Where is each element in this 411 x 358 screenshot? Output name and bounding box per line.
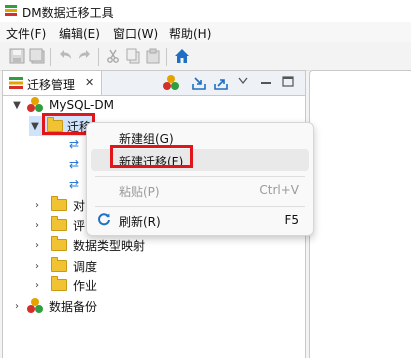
migration-arrows-icon: ⇄	[69, 157, 80, 171]
undo-icon[interactable]	[56, 47, 74, 65]
folder-icon	[51, 276, 67, 291]
chevron-right-icon[interactable]: ›	[31, 280, 43, 291]
tree-node-assessment[interactable]: › 评	[31, 215, 85, 235]
tree-node-schedule[interactable]: › 调度	[31, 256, 97, 276]
view-tab-bar: 迁移管理 ✕	[3, 71, 305, 96]
menu-item-label: 刷新(R)	[119, 215, 161, 229]
save-all-icon[interactable]	[28, 47, 46, 65]
chevron-down-icon[interactable]: ▼	[29, 121, 41, 132]
tree-node-label: 对	[73, 198, 86, 213]
save-icon[interactable]	[8, 47, 26, 65]
chevron-right-icon[interactable]: ›	[31, 220, 43, 231]
redo-icon[interactable]	[76, 47, 94, 65]
folder-icon	[51, 196, 67, 211]
tree-node-datatype-mapping[interactable]: › 数据类型映射	[31, 235, 145, 255]
refresh-icon	[98, 213, 110, 226]
export-icon[interactable]	[213, 75, 229, 91]
folder-icon	[51, 236, 67, 251]
tree-node-label: 数据备份	[49, 299, 98, 314]
editor-area	[309, 70, 411, 358]
tree-node-object[interactable]: › 对	[31, 195, 85, 215]
menu-item-label: 粘贴(P)	[119, 185, 160, 199]
dm-logo-icon	[27, 97, 43, 113]
dm-logo-icon	[27, 298, 43, 314]
menu-separator	[95, 206, 305, 207]
tree-node-migration-item[interactable]: ⇄	[69, 134, 79, 154]
menu-file[interactable]: 文件(F)	[6, 25, 46, 42]
menu-window[interactable]: 窗口(W)	[113, 25, 158, 42]
paste-icon[interactable]	[144, 47, 162, 65]
menu-item-refresh[interactable]: 刷新(R) F5	[91, 209, 309, 231]
home-icon[interactable]	[173, 47, 191, 65]
maximize-icon[interactable]	[281, 76, 295, 88]
title-bar: DM数据迁移工具	[0, 0, 411, 22]
chevron-right-icon[interactable]: ›	[31, 200, 43, 211]
tree-node-label: 评	[73, 218, 86, 233]
minimize-icon[interactable]	[259, 77, 273, 87]
tree-node-backup[interactable]: › 数据备份	[11, 296, 97, 316]
menu-edit[interactable]: 编辑(E)	[59, 25, 100, 42]
tab-migration-management[interactable]: 迁移管理 ✕	[3, 71, 102, 95]
app-icon	[5, 5, 17, 16]
menu-separator	[95, 176, 305, 177]
menu-item-shortcut: F5	[284, 213, 299, 227]
tree-node-migration-item[interactable]: ⇄	[69, 174, 79, 194]
chevron-down-icon[interactable]: ▼	[11, 100, 23, 111]
cut-icon[interactable]	[104, 47, 122, 65]
menu-item-shortcut: Ctrl+V	[259, 183, 299, 197]
highlight-box	[110, 145, 193, 168]
import-icon[interactable]	[191, 75, 207, 91]
chevron-right-icon[interactable]: ›	[31, 240, 43, 251]
menu-help[interactable]: 帮助(H)	[169, 25, 211, 42]
tree-node-job[interactable]: › 作业	[31, 275, 97, 295]
copy-icon[interactable]	[124, 47, 142, 65]
migration-arrows-icon: ⇄	[69, 137, 80, 151]
window-title: DM数据迁移工具	[22, 6, 114, 20]
tree-node-label: 作业	[73, 278, 98, 293]
folder-icon	[51, 216, 67, 231]
chevron-right-icon[interactable]: ›	[11, 301, 23, 312]
context-menu: 新建组(G) 新建迁移(F) 粘贴(P) Ctrl+V 刷新(R) F5	[86, 122, 314, 236]
menu-bar: 文件(F) 编辑(E) 窗口(W) 帮助(H)	[0, 22, 411, 42]
menu-item-paste[interactable]: 粘贴(P) Ctrl+V	[91, 179, 309, 201]
folder-icon	[51, 257, 67, 272]
tab-label: 迁移管理	[27, 78, 76, 92]
dm-logo-icon[interactable]	[163, 75, 179, 91]
tree-node-label: 数据类型映射	[73, 238, 146, 253]
tree-node-label: MySQL-DM	[49, 98, 114, 112]
toolbar	[0, 42, 411, 71]
migration-arrows-icon: ⇄	[69, 177, 80, 191]
tree-node-label: 调度	[73, 259, 98, 274]
close-icon[interactable]: ✕	[85, 76, 94, 89]
tree-node-migration-item[interactable]: ⇄	[69, 154, 79, 174]
tree-node-mysql-dm[interactable]: ▼ MySQL-DM	[11, 95, 114, 115]
chevron-right-icon[interactable]: ›	[31, 261, 43, 272]
toolbar-separator	[98, 48, 99, 66]
migration-view-icon	[9, 77, 23, 89]
toolbar-separator	[50, 48, 51, 66]
view-menu-chevron-icon[interactable]	[238, 77, 248, 85]
toolbar-separator	[166, 48, 167, 66]
